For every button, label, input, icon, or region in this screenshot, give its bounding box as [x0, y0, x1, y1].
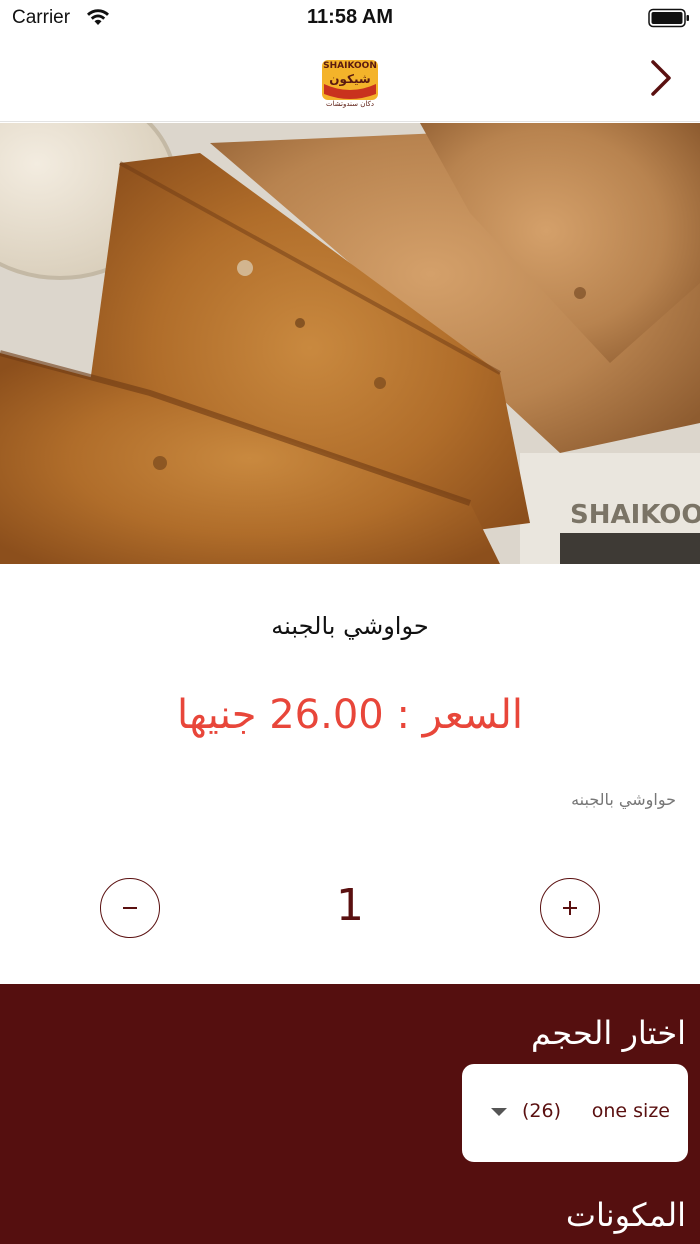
nav-bar: SHAIKOON شيكون دكان سندوتشات	[0, 40, 700, 122]
svg-text:شيكون: شيكون	[329, 72, 370, 87]
quantity-value: 1	[336, 880, 364, 931]
size-dropdown[interactable]: (26) one size	[462, 1064, 688, 1162]
svg-text:دكان سندوتشات: دكان سندوتشات	[326, 100, 374, 108]
svg-text:SHAIKOON: SHAIKOON	[570, 500, 700, 530]
ingredients-heading: المكونات	[565, 1196, 686, 1234]
product-image: SHAIKOON	[0, 123, 700, 564]
decrease-quantity-button[interactable]	[100, 878, 160, 938]
options-panel: اختار الحجم (26) one size المكونات	[0, 984, 700, 1244]
chevron-right-icon[interactable]	[642, 56, 678, 100]
size-heading: اختار الحجم	[531, 1014, 686, 1052]
product-price: السعر : 26.00 جنيها	[177, 692, 523, 738]
svg-text:SHAIKOON: SHAIKOON	[323, 61, 377, 71]
minus-icon	[123, 907, 137, 909]
battery-icon	[648, 8, 689, 28]
dropdown-arrow-icon	[491, 1108, 507, 1116]
clock: 11:58 AM	[307, 6, 393, 28]
status-bar: Carrier 11:58 AM	[0, 0, 700, 40]
product-title: حواوشي بالجبنه	[271, 612, 429, 640]
size-price: (26)	[522, 1100, 562, 1122]
size-name: one size	[591, 1100, 670, 1122]
plus-icon	[563, 901, 577, 915]
increase-quantity-button[interactable]	[540, 878, 600, 938]
product-description: حواوشي بالجبنه	[571, 790, 676, 809]
shaikoon-logo: SHAIKOON شيكون دكان سندوتشات	[322, 60, 378, 108]
